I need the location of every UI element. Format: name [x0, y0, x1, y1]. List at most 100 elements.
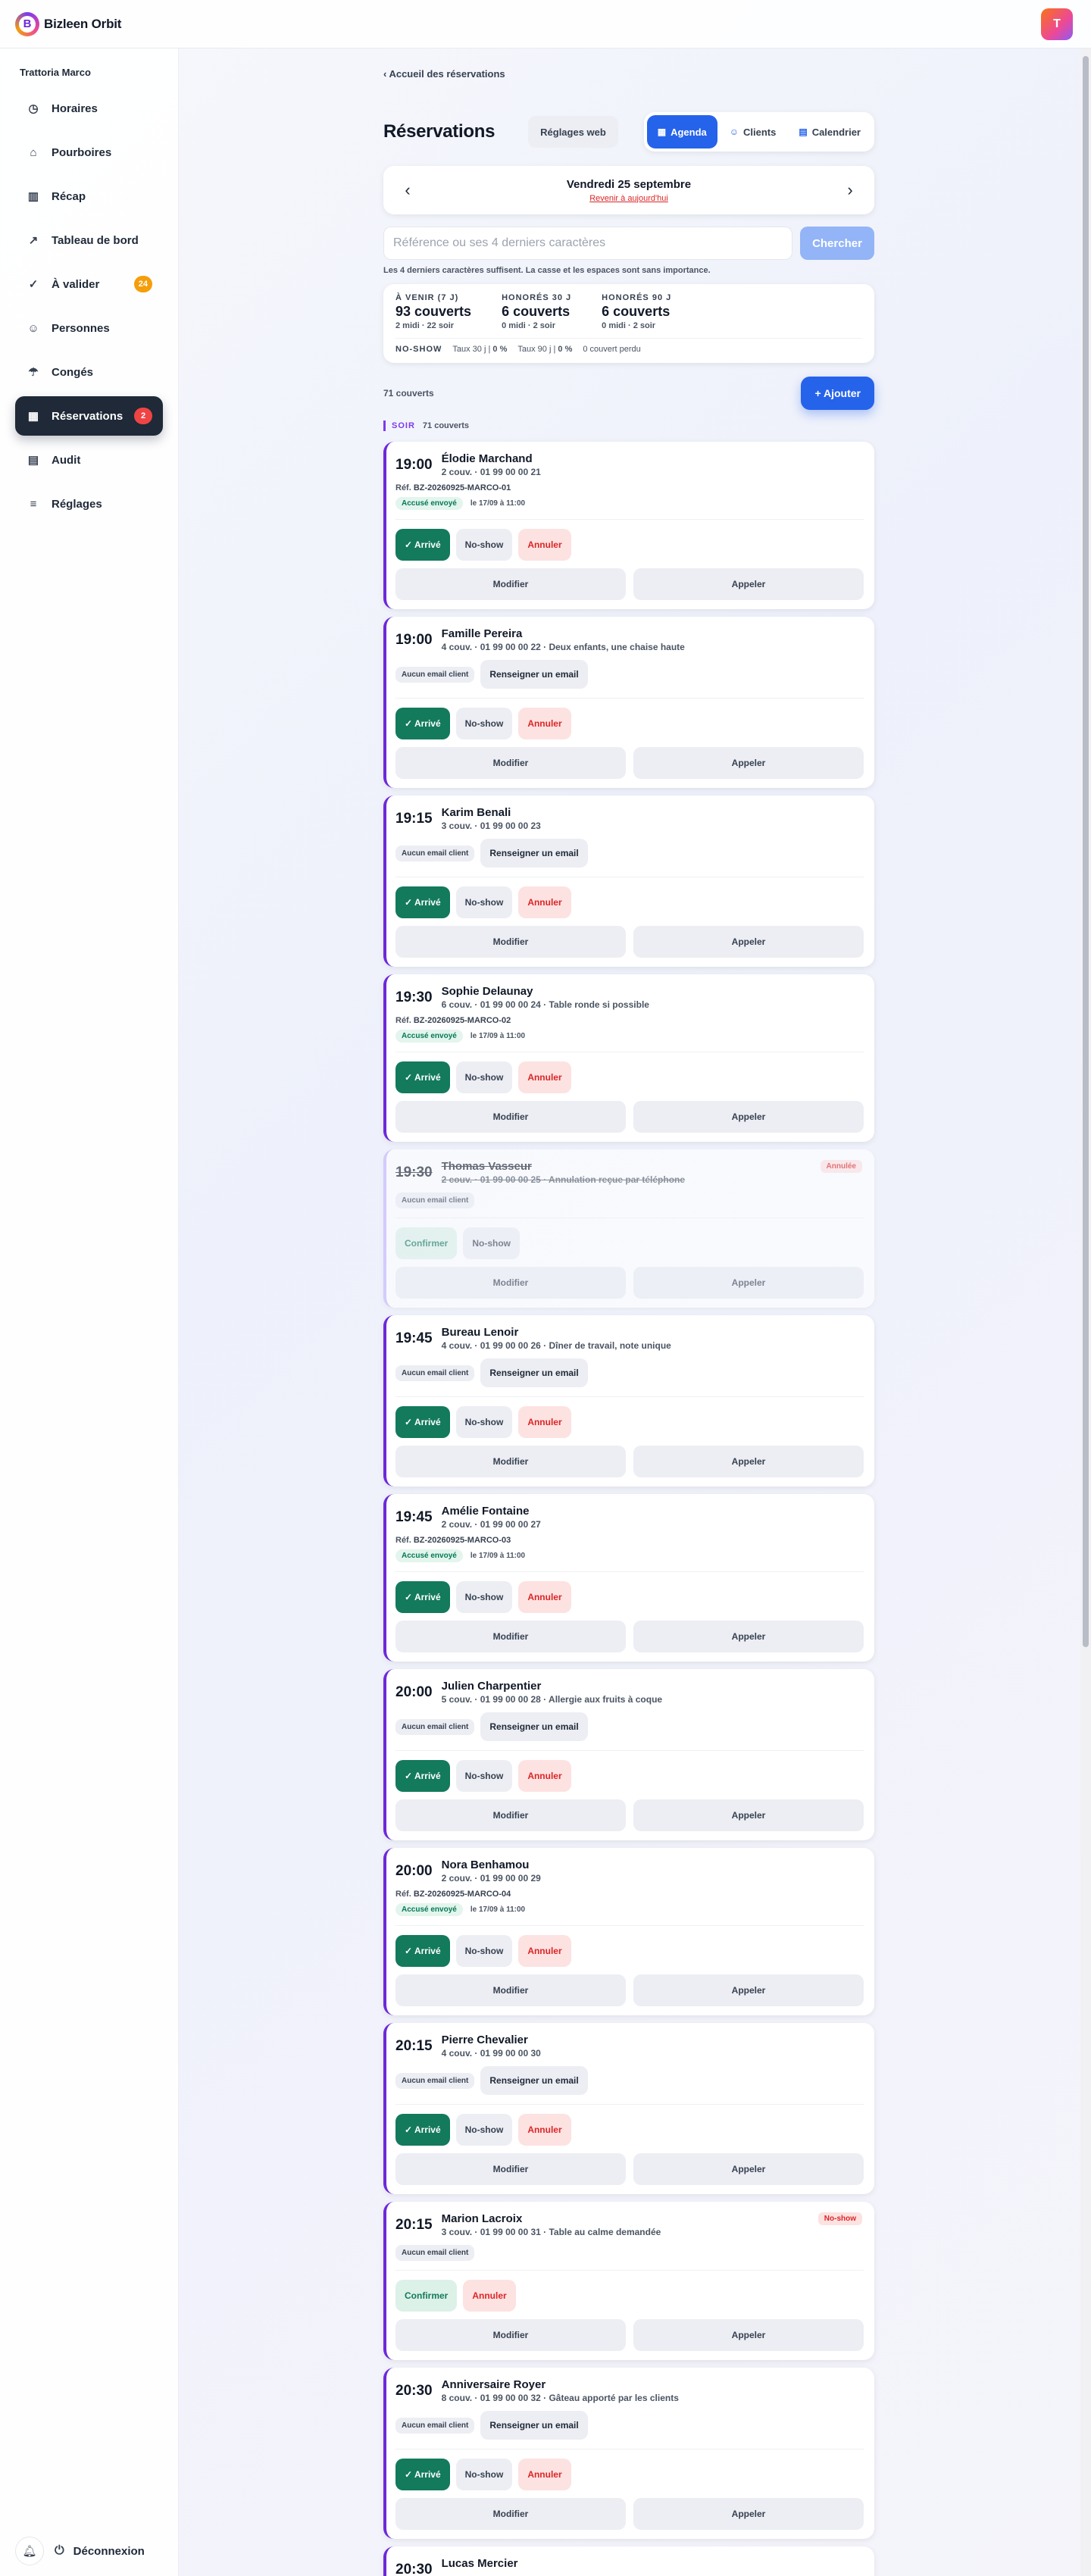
- tab-clients[interactable]: ☺ Clients: [719, 115, 787, 148]
- reference-search-input[interactable]: [383, 227, 792, 260]
- mark-arrived-button[interactable]: ✓ Arrivé: [395, 2459, 450, 2490]
- cancel-reservation-button[interactable]: Annuler: [518, 1581, 571, 1613]
- add-email-button[interactable]: Renseigner un email: [480, 1712, 588, 1741]
- cancel-reservation-button[interactable]: Annuler: [518, 1406, 571, 1438]
- mark-arrived-button[interactable]: ✓ Arrivé: [395, 886, 450, 918]
- call-guest-button[interactable]: Appeler: [633, 2153, 864, 2185]
- add-email-button[interactable]: Renseigner un email: [480, 2411, 588, 2440]
- add-email-button[interactable]: Renseigner un email: [480, 1358, 588, 1387]
- reservation-card[interactable]: 19:45 Amélie Fontaine 2 couv. · 01 99 00 0…: [383, 1494, 874, 1662]
- call-guest-button[interactable]: Appeler: [633, 926, 864, 958]
- call-guest-button[interactable]: Appeler: [633, 1621, 864, 1652]
- reservation-card[interactable]: 19:30 Sophie Delaunay 6 couv. · 01 99 00 0…: [383, 974, 874, 1142]
- mark-noshow-button[interactable]: No-show: [463, 1227, 520, 1259]
- call-guest-button[interactable]: Appeler: [633, 1446, 864, 1477]
- tab-calendrier[interactable]: ▤ Calendrier: [788, 115, 871, 148]
- sidebar-item-audit[interactable]: ▤ Audit: [15, 440, 163, 480]
- call-guest-button[interactable]: Appeler: [633, 1974, 864, 2006]
- edit-reservation-button[interactable]: Modifier: [395, 1101, 626, 1133]
- mark-arrived-button[interactable]: ✓ Arrivé: [395, 529, 450, 561]
- mark-arrived-button[interactable]: ✓ Arrivé: [395, 1061, 450, 1093]
- edit-reservation-button[interactable]: Modifier: [395, 1621, 626, 1652]
- cancel-reservation-button[interactable]: Annuler: [518, 2459, 571, 2490]
- brand[interactable]: B Bizleen Orbit: [15, 11, 121, 36]
- mark-noshow-button[interactable]: No-show: [455, 708, 513, 739]
- reservation-card[interactable]: 19:30 Thomas Vasseur 2 couv. · 01 99 00 00…: [383, 1149, 874, 1308]
- tab-agenda[interactable]: ▦ Agenda: [646, 115, 717, 148]
- mark-noshow-button[interactable]: No-show: [455, 1061, 513, 1093]
- edit-reservation-button[interactable]: Modifier: [395, 1974, 626, 2006]
- reservation-card[interactable]: 19:00 Élodie Marchand 2 couv. · 01 99 00 0…: [383, 442, 874, 609]
- mark-arrived-button[interactable]: ✓ Arrivé: [395, 708, 450, 739]
- cancel-reservation-button[interactable]: Annuler: [463, 2280, 516, 2312]
- confirm-reservation-button[interactable]: Confirmer: [395, 2280, 458, 2312]
- edit-reservation-button[interactable]: Modifier: [395, 1267, 626, 1299]
- cancel-reservation-button[interactable]: Annuler: [518, 529, 571, 561]
- mark-noshow-button[interactable]: No-show: [455, 529, 513, 561]
- previous-day-chevron-icon[interactable]: ‹: [399, 180, 417, 200]
- back-link[interactable]: ‹ Accueil des réservations: [383, 68, 874, 80]
- mark-noshow-button[interactable]: No-show: [455, 2114, 513, 2146]
- add-email-button[interactable]: Renseigner un email: [480, 2066, 588, 2095]
- sidebar-item-a-valider[interactable]: ✓ À valider 24: [15, 264, 163, 304]
- mark-noshow-button[interactable]: No-show: [455, 2459, 513, 2490]
- user-avatar[interactable]: T: [1041, 8, 1073, 40]
- scrollbar-thumb[interactable]: [1083, 56, 1089, 1647]
- reservation-card[interactable]: 19:15 Karim Benali 3 couv. · 01 99 00 00 2…: [383, 796, 874, 967]
- reservation-card[interactable]: 19:00 Famille Pereira 4 couv. · 01 99 00 0…: [383, 617, 874, 788]
- page-scrollbar[interactable]: [1080, 48, 1091, 2576]
- sidebar-item-reservations[interactable]: ▦ Réservations 2: [15, 396, 163, 436]
- notifications-bell-icon[interactable]: 🔔︎: [15, 2537, 44, 2565]
- add-email-button[interactable]: Renseigner un email: [480, 660, 588, 689]
- sidebar-item-conges[interactable]: ☂ Congés: [15, 352, 163, 392]
- reservation-card[interactable]: 20:00 Julien Charpentier 5 couv. · 01 99 0…: [383, 1669, 874, 1840]
- web-settings-button[interactable]: Réglages web: [528, 116, 618, 148]
- call-guest-button[interactable]: Appeler: [633, 568, 864, 600]
- cancel-reservation-button[interactable]: Annuler: [518, 708, 571, 739]
- sidebar-item-recap[interactable]: ▥ Récap: [15, 177, 163, 216]
- edit-reservation-button[interactable]: Modifier: [395, 1799, 626, 1831]
- mark-arrived-button[interactable]: ✓ Arrivé: [395, 1581, 450, 1613]
- mark-arrived-button[interactable]: ✓ Arrivé: [395, 1935, 450, 1967]
- edit-reservation-button[interactable]: Modifier: [395, 2498, 626, 2530]
- edit-reservation-button[interactable]: Modifier: [395, 2153, 626, 2185]
- call-guest-button[interactable]: Appeler: [633, 747, 864, 779]
- reservation-card[interactable]: 20:00 Nora Benhamou 2 couv. · 01 99 00 00 …: [383, 1848, 874, 2015]
- cancel-reservation-button[interactable]: Annuler: [518, 2114, 571, 2146]
- logout-button[interactable]: ⏻ Déconnexion: [55, 2544, 145, 2558]
- reservation-card[interactable]: 20:15 Marion Lacroix 3 couv. · 01 99 00 00…: [383, 2202, 874, 2360]
- reservation-card[interactable]: 19:45 Bureau Lenoir 4 couv. · 01 99 00 00 …: [383, 1315, 874, 1487]
- search-button[interactable]: Chercher: [800, 227, 874, 260]
- edit-reservation-button[interactable]: Modifier: [395, 1446, 626, 1477]
- mark-noshow-button[interactable]: No-show: [455, 1406, 513, 1438]
- mark-arrived-button[interactable]: ✓ Arrivé: [395, 1760, 450, 1792]
- call-guest-button[interactable]: Appeler: [633, 1799, 864, 1831]
- cancel-reservation-button[interactable]: Annuler: [518, 1760, 571, 1792]
- back-to-today-link[interactable]: Revenir à aujourd'hui: [567, 194, 691, 203]
- mark-arrived-button[interactable]: ✓ Arrivé: [395, 2114, 450, 2146]
- reservation-card[interactable]: 20:15 Pierre Chevalier 4 couv. · 01 99 00 …: [383, 2023, 874, 2194]
- sidebar-item-horaires[interactable]: ◷ Horaires: [15, 89, 163, 128]
- sidebar-item-personnes[interactable]: ☺ Personnes: [15, 308, 163, 348]
- add-email-button[interactable]: Renseigner un email: [480, 839, 588, 868]
- confirm-reservation-button[interactable]: Confirmer: [395, 1227, 458, 1259]
- edit-reservation-button[interactable]: Modifier: [395, 568, 626, 600]
- sidebar-item-pourboires[interactable]: ⌂ Pourboires: [15, 133, 163, 172]
- edit-reservation-button[interactable]: Modifier: [395, 2319, 626, 2351]
- call-guest-button[interactable]: Appeler: [633, 2319, 864, 2351]
- cancel-reservation-button[interactable]: Annuler: [518, 1061, 571, 1093]
- edit-reservation-button[interactable]: Modifier: [395, 926, 626, 958]
- reservation-card[interactable]: 20:30 Lucas Mercier: [383, 2546, 874, 2576]
- add-reservation-button[interactable]: + Ajouter: [801, 377, 874, 410]
- mark-arrived-button[interactable]: ✓ Arrivé: [395, 1406, 450, 1438]
- sidebar-item-tableau-de-bord[interactable]: ↗ Tableau de bord: [15, 220, 163, 260]
- edit-reservation-button[interactable]: Modifier: [395, 747, 626, 779]
- mark-noshow-button[interactable]: No-show: [455, 1935, 513, 1967]
- cancel-reservation-button[interactable]: Annuler: [518, 1935, 571, 1967]
- call-guest-button[interactable]: Appeler: [633, 1101, 864, 1133]
- call-guest-button[interactable]: Appeler: [633, 2498, 864, 2530]
- mark-noshow-button[interactable]: No-show: [455, 1581, 513, 1613]
- call-guest-button[interactable]: Appeler: [633, 1267, 864, 1299]
- reservation-card[interactable]: 20:30 Anniversaire Royer 8 couv. · 01 99 0…: [383, 2368, 874, 2539]
- mark-noshow-button[interactable]: No-show: [455, 1760, 513, 1792]
